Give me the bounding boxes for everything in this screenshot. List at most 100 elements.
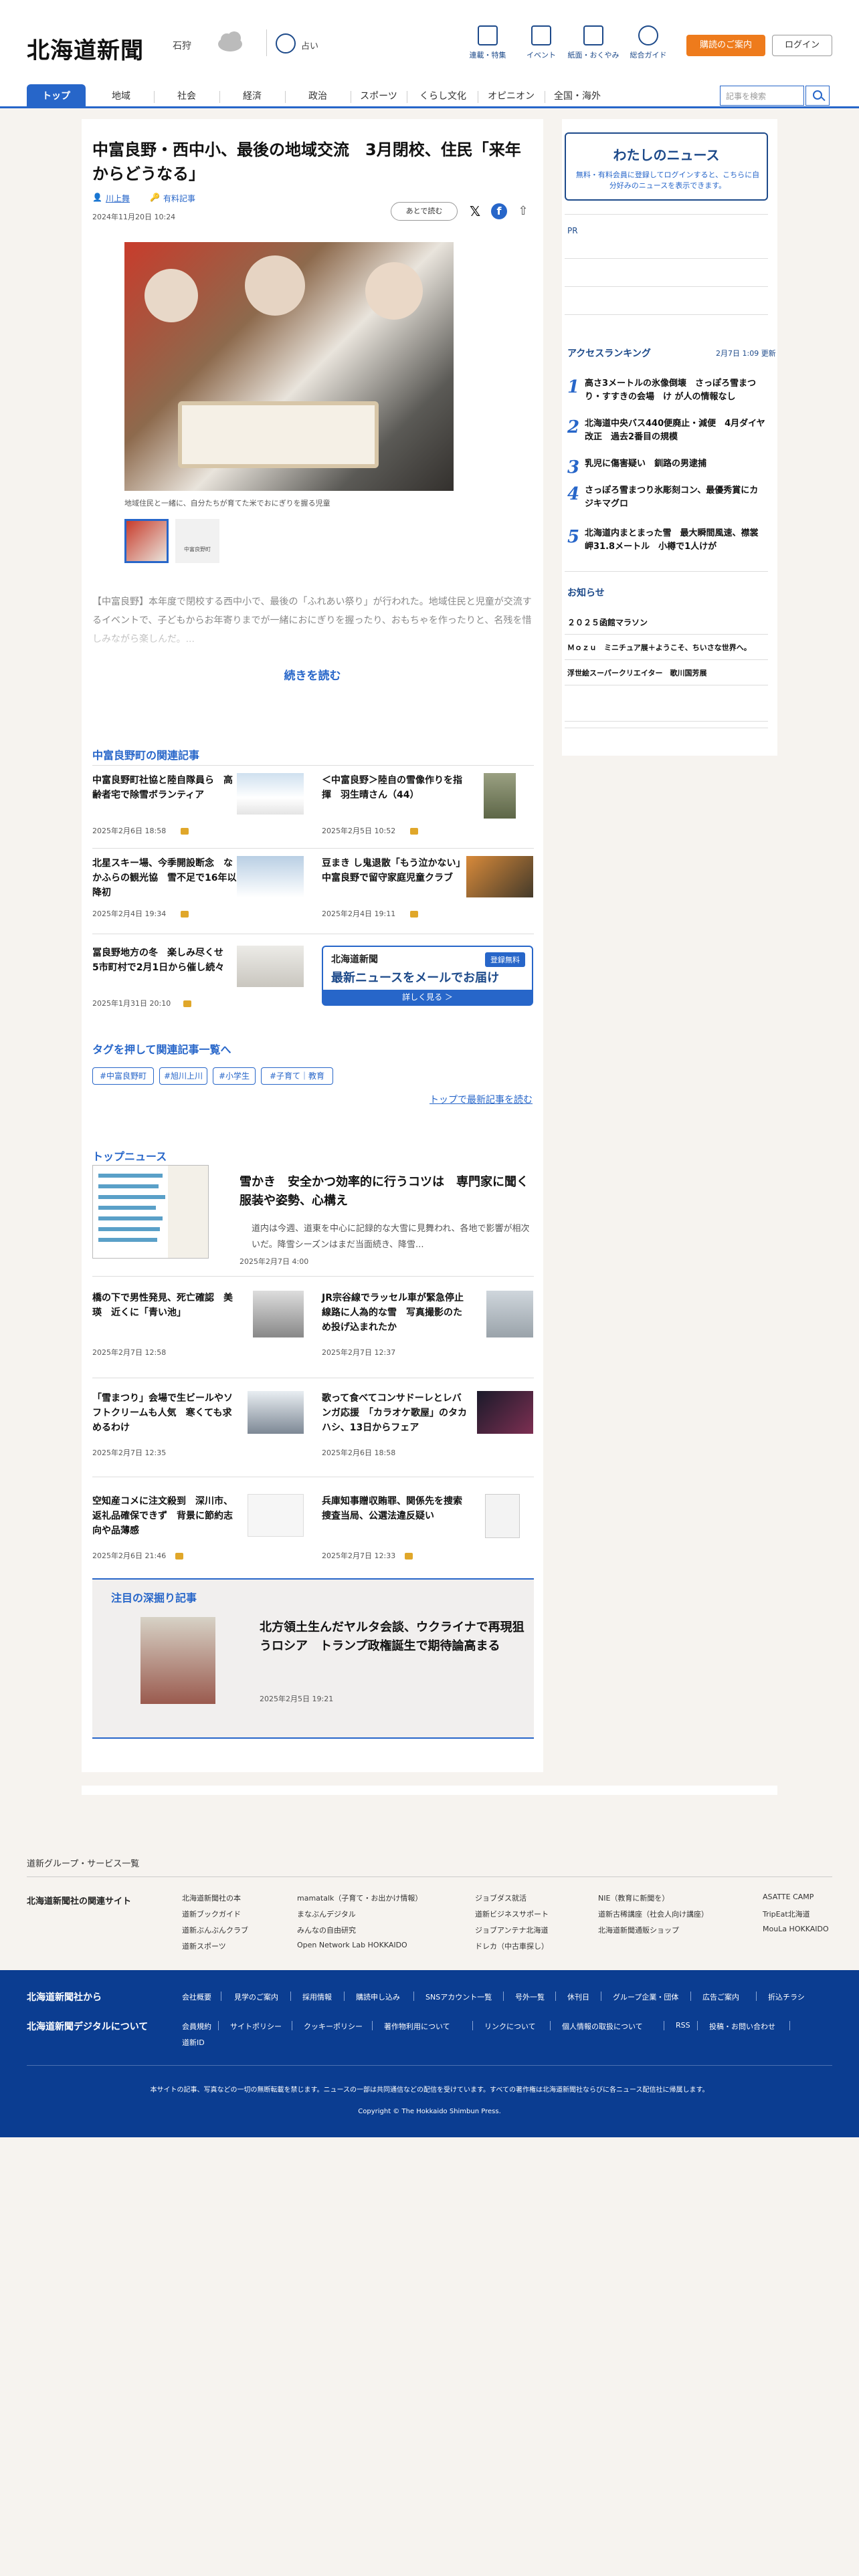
share-icon[interactable]: ⇧ [515, 203, 531, 219]
site-link[interactable]: mamatalk（子育て・お出かけ情報） [297, 1893, 422, 1903]
company-link[interactable]: グループ企業・団体 [613, 1992, 678, 2002]
tag-link[interactable]: #小学生 [213, 1067, 256, 1085]
site-link[interactable]: Open Network Lab HOKKAIDO [297, 1941, 407, 1949]
company-link[interactable]: 見学のご案内 [234, 1992, 278, 2002]
top-news-item[interactable]: 「雪まつり」会場で生ビールやソフトクリームも人気 寒くても求めるわけ 2025年… [92, 1391, 304, 1462]
site-link[interactable]: 道新ブックガイド [182, 1909, 241, 1919]
ranking-item[interactable]: 5 北海道内まとまった雪 最大瞬間風速、襟裳岬31.8メートル 小樽で1人けが [567, 527, 768, 566]
digital-link[interactable]: RSS [676, 2021, 690, 2030]
ranking-item[interactable]: 1 高さ3メートルの氷像倒壊 さっぽろ雪まつり・すすきの会場 け が人の情報なし [567, 377, 768, 416]
site-link[interactable]: 道新ビジネスサポート [475, 1909, 549, 1919]
digital-link[interactable]: クッキーポリシー [304, 2021, 363, 2032]
util-series[interactable]: 連載・特集 [458, 25, 518, 60]
related-item[interactable]: 北星スキー場、今季開設断念 なかふらの観光協 雪不足で16年以降初 2025年2… [92, 856, 304, 926]
nav-society[interactable]: 社会 [157, 84, 217, 108]
related-item[interactable]: 豆まき し鬼退散「もう泣かない」 中富良野で留守家庭児童クラブ 2025年2月4… [322, 856, 533, 926]
site-link[interactable]: 道新古稀講座（社会人向け講座） [598, 1909, 708, 1919]
site-link[interactable]: まなぶんデジタル [297, 1909, 356, 1919]
ranking-title[interactable]: アクセスランキング [567, 346, 651, 360]
nav-economy[interactable]: 経済 [222, 84, 282, 108]
related-item[interactable]: 中富良野町社協と陸自隊員ら 高齢者宅で除雪ボランティア 2025年2月6日 18… [92, 773, 304, 843]
search-input[interactable]: 記事を検索 [720, 86, 804, 106]
related-item[interactable]: ＜中富良野＞陸自の雪像作りを指揮 羽生晴さん（44） 2025年2月5日 10:… [322, 773, 533, 843]
read-later-button[interactable]: あとで読む [391, 202, 458, 221]
site-link[interactable]: NIE（教育に新聞を） [598, 1893, 669, 1903]
company-link[interactable]: 採用情報 [302, 1992, 332, 2002]
top-news-link[interactable]: トップで最新記事を読む [430, 1093, 533, 1106]
digital-link[interactable]: 道新ID [182, 2037, 205, 2048]
related-item[interactable]: 冨良野地方の冬 楽しみ尽くせ 5市町村で2月1日から催し続々 2025年1月31… [92, 946, 304, 1015]
nav-politics[interactable]: 政治 [288, 84, 348, 108]
article-photo[interactable] [124, 242, 454, 491]
x-icon[interactable]: 𝕏 [467, 203, 483, 219]
top-news-item[interactable]: 兵庫知事贈収賄罪、関係先を捜索 捜査当局、公選法違反疑い 2025年2月7日 1… [322, 1494, 533, 1565]
subscribe-button[interactable]: 購読のご案内 [686, 35, 765, 56]
digital-link[interactable]: 会員規約 [182, 2021, 211, 2032]
company-link[interactable]: 購読申し込み [356, 1992, 400, 2002]
site-link[interactable]: 北海道新聞社の本 [182, 1893, 241, 1903]
nav-national[interactable]: 全国・海外 [547, 84, 607, 108]
digital-link[interactable]: 投稿・お問い合わせ [709, 2021, 775, 2032]
notice-item[interactable]: 浮世絵スーパークリエイター 歌川国芳展 [567, 667, 706, 678]
nav-top[interactable]: トップ [27, 84, 86, 108]
top-news-item[interactable]: 歌って食べてコンサドーレとレバンガ応援 「カラオケ歌屋」のタカハシ、13日からフ… [322, 1391, 533, 1462]
read-more-link[interactable]: 続きを読む [82, 666, 543, 683]
site-link[interactable]: ジョブアンテナ北海道 [475, 1925, 549, 1935]
article-author[interactable]: 川上舞 [106, 193, 130, 204]
site-link[interactable]: みんなの自由研究 [297, 1925, 356, 1935]
site-link[interactable]: 道新ぶんぶんクラブ [182, 1925, 248, 1935]
site-logo[interactable]: 北海道新聞 [27, 32, 144, 65]
tag-link[interactable]: #旭川上川 [159, 1067, 207, 1085]
my-news-box[interactable]: わたしのニュース 無料・有料会員に登録してログインすると、こちらに自分好みのニュ… [565, 132, 768, 201]
nav-opinion[interactable]: オピニオン [480, 84, 542, 108]
digital-link[interactable]: サイトポリシー [230, 2021, 282, 2032]
site-link[interactable]: ドレカ（中古車探し） [475, 1941, 549, 1951]
newsletter-banner[interactable]: 北海道新聞 登録無料 最新ニュースをメールでお届け 詳しく見る ＞ [322, 946, 533, 1006]
photo-thumb-2[interactable]: 中富良野町 [175, 519, 219, 563]
company-link[interactable]: 会社概要 [182, 1992, 211, 2002]
notice-item[interactable]: ２０２５函館マラソン [567, 617, 648, 628]
company-link[interactable]: 休刊日 [567, 1992, 589, 2002]
feature-title[interactable]: 注目の深掘り記事 [111, 1589, 197, 1605]
top-news-hero-image[interactable] [92, 1165, 209, 1259]
tag-link[interactable]: #子育て｜教育 [261, 1067, 333, 1085]
top-news-hero-title[interactable]: 雪かき 安全かつ効率的に行うコツは 専門家に聞く服装や姿勢、心構え [240, 1173, 531, 1210]
group-services-link[interactable]: 道新グループ・サービス一覧 [27, 1856, 139, 1869]
ranking-item[interactable]: 2 北海道中央バス440便廃止・減便 4月ダイヤ改正 過去2番目の規模 [567, 417, 768, 456]
site-link[interactable]: 北海道新聞通販ショップ [598, 1925, 679, 1935]
util-events[interactable]: イベント [511, 25, 571, 60]
digital-link[interactable]: 著作物利用について [384, 2021, 450, 2032]
paid-label[interactable]: 有料記事 [163, 193, 195, 204]
site-link[interactable]: MouLa HOKKAIDO [763, 1925, 829, 1933]
site-link[interactable]: 道新スポーツ [182, 1941, 226, 1951]
company-link[interactable]: 号外一覧 [515, 1992, 545, 2002]
notice-item[interactable]: Ｍｏｚｕ ミニチュア展＋ようこそ、ちいさな世界へ。 [567, 642, 751, 653]
tag-link[interactable]: #中富良野町 [92, 1067, 154, 1085]
login-button[interactable]: ログイン [772, 35, 832, 56]
feature-article-title[interactable]: 北方領土生んだヤルタ会談、ウクライナで再現狙うロシア トランプ政権誕生で期待論高… [260, 1618, 527, 1656]
top-news-item[interactable]: JR宗谷線でラッセル車が緊急停止 線路に人為的な雪 写真撮影のため投げ込まれたか… [322, 1291, 533, 1362]
top-news-item[interactable]: 橋の下で男性発見、死亡確認 美瑛 近くに「青い池」 2025年2月7日 12:5… [92, 1291, 304, 1362]
nav-life[interactable]: くらし文化 [409, 84, 476, 108]
search-button[interactable] [805, 86, 830, 106]
notice-title[interactable]: お知らせ [567, 586, 605, 599]
facebook-icon[interactable]: f [491, 203, 507, 219]
ranking-item[interactable]: 4 さっぽろ雪まつり氷彫刻コン、最優秀賞にカジキマグロ [567, 484, 768, 523]
company-link[interactable]: 広告ご案内 [702, 1992, 739, 2002]
site-link[interactable]: TripEat北海道 [763, 1909, 810, 1919]
fortune-link[interactable]: 占い [301, 39, 318, 51]
digital-link[interactable]: 個人情報の取扱について [562, 2021, 643, 2032]
nav-region[interactable]: 地域 [91, 84, 151, 108]
top-news-item[interactable]: 空知産コメに注文殺到 深川市、返礼品確保できず 背景に節約志向や品薄感 2025… [92, 1494, 304, 1565]
weather-place[interactable]: 石狩 [173, 39, 191, 52]
util-paper[interactable]: 紙面・おくやみ [563, 25, 624, 60]
site-link[interactable]: ASATTE CAMP [763, 1893, 814, 1901]
nav-sports[interactable]: スポーツ [353, 84, 404, 108]
company-link[interactable]: 折込チラシ [768, 1992, 805, 2002]
banner-cta[interactable]: 詳しく見る ＞ [323, 990, 532, 1004]
site-link[interactable]: ジョブダス就活 [475, 1893, 527, 1903]
feature-image[interactable] [140, 1617, 215, 1704]
photo-thumb-1[interactable] [124, 519, 169, 563]
digital-link[interactable]: リンクについて [484, 2021, 536, 2032]
company-link[interactable]: SNSアカウント一覧 [425, 1992, 492, 2002]
